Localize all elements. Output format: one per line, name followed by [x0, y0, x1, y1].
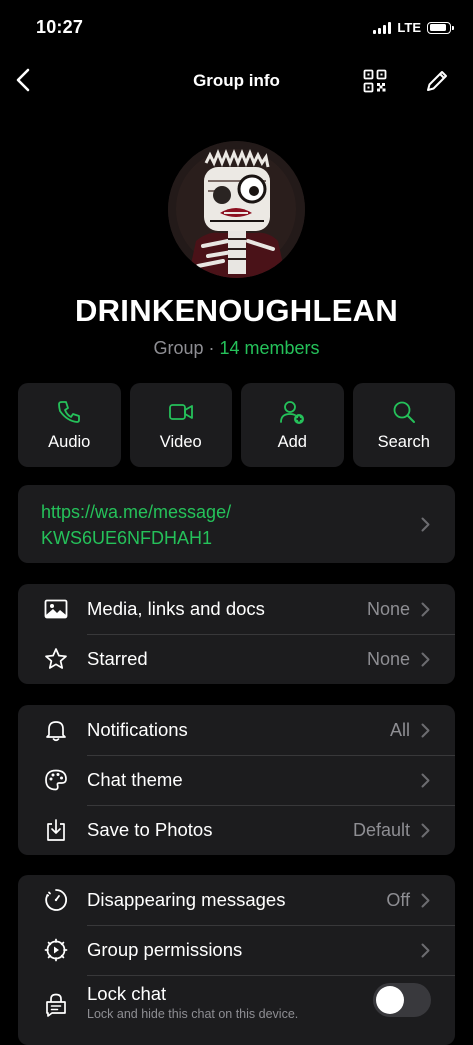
row-value: Off	[386, 890, 410, 910]
members-link[interactable]: 14 members	[219, 338, 319, 358]
group-avatar[interactable]	[168, 141, 305, 278]
chat-theme-row[interactable]: Chat theme	[18, 755, 455, 805]
settings-section: Notifications All Chat theme Save to Pho…	[18, 705, 455, 855]
row-label: Save to Photos	[87, 819, 213, 840]
row-value: None	[366, 599, 410, 619]
chevron-right-icon	[421, 773, 430, 788]
status-time: 10:27	[36, 17, 84, 37]
add-person-icon	[280, 401, 305, 424]
chevron-right-icon	[421, 893, 430, 908]
chevron-right-icon	[421, 943, 430, 958]
invite-link-card[interactable]: https://wa.me/message/ KWS6UE6NFDHAH1	[18, 485, 455, 563]
row-label: Notifications	[87, 719, 188, 740]
search-button[interactable]: Search	[352, 383, 455, 467]
phone-icon	[58, 401, 81, 423]
invite-link-line1: https://wa.me/message/	[41, 502, 232, 522]
download-icon	[47, 819, 65, 841]
lock-chat-toggle[interactable]	[373, 983, 431, 1017]
save-to-photos-row[interactable]: Save to Photos Default	[18, 805, 455, 855]
avatar-image	[168, 141, 305, 278]
group-subtitle: Group · 14 members	[0, 338, 473, 359]
video-call-button[interactable]: Video	[129, 383, 232, 467]
bell-icon	[46, 721, 66, 742]
row-label: Media, links and docs	[87, 598, 265, 619]
audio-label: Audio	[48, 433, 91, 451]
invite-link-line2: KWS6UE6NFDHAH1	[41, 528, 213, 548]
group-permissions-row[interactable]: Group permissions	[18, 925, 455, 975]
video-label: Video	[159, 433, 202, 451]
group-name: DRINKENOUGHLEAN	[74, 293, 399, 328]
palette-icon	[45, 769, 67, 791]
chevron-right-icon	[421, 823, 430, 838]
chevron-right-icon	[421, 723, 430, 738]
disappearing-messages-row[interactable]: Disappearing messages Off	[18, 875, 455, 925]
starred-row[interactable]: Starred None	[18, 634, 455, 684]
search-label: Search	[377, 433, 430, 451]
row-sublabel: Lock and hide this chat on this device.	[87, 1007, 299, 1021]
gear-icon	[44, 938, 68, 962]
star-icon	[45, 648, 67, 669]
lock-chat-icon	[46, 993, 66, 1017]
audio-call-button[interactable]: Audio	[18, 383, 121, 467]
row-label: Starred	[87, 648, 148, 669]
action-buttons: Audio Video Add Search	[18, 383, 455, 467]
row-label: Group permissions	[87, 939, 243, 960]
timer-icon	[45, 889, 68, 911]
network-label: LTE	[397, 20, 421, 35]
row-label: Lock chat	[87, 983, 167, 1004]
lock-chat-row[interactable]: Lock chat Lock and hide this chat on thi…	[18, 975, 455, 1035]
row-value: Default	[352, 820, 410, 840]
video-camera-icon	[168, 404, 193, 420]
row-label: Disappearing messages	[87, 889, 286, 910]
status-indicators: LTE	[373, 20, 454, 35]
media-section: Media, links and docs None Starred None	[18, 584, 455, 684]
chevron-right-icon	[421, 517, 430, 532]
battery-icon	[427, 21, 454, 34]
row-value: None	[366, 649, 410, 669]
signal-icon	[373, 21, 392, 34]
image-icon	[44, 599, 68, 619]
separator: ·	[203, 338, 220, 358]
toggle-knob	[376, 986, 404, 1014]
page-title: Group info	[193, 71, 280, 90]
qr-code-icon[interactable]	[363, 69, 387, 93]
search-icon	[393, 401, 415, 423]
row-value: All	[389, 720, 410, 740]
invite-link[interactable]: https://wa.me/message/ KWS6UE6NFDHAH1	[41, 499, 231, 551]
add-label: Add	[277, 433, 307, 451]
add-member-button[interactable]: Add	[241, 383, 344, 467]
edit-icon[interactable]	[424, 68, 450, 94]
group-type: Group	[153, 338, 204, 358]
media-links-docs-row[interactable]: Media, links and docs None	[18, 584, 455, 634]
chevron-right-icon	[421, 652, 430, 667]
privacy-section: Disappearing messages Off Group permissi…	[18, 875, 455, 1045]
chevron-right-icon	[421, 602, 430, 617]
notifications-row[interactable]: Notifications All	[18, 705, 455, 755]
row-label: Chat theme	[87, 769, 183, 790]
